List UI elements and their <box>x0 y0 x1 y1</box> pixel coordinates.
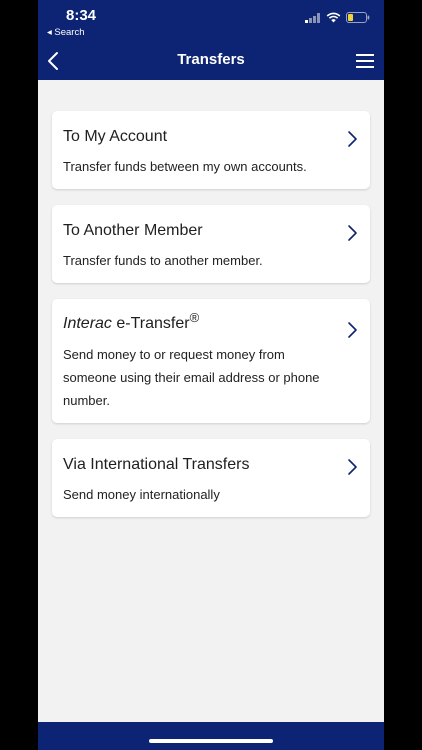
option-title: Interac e-Transfer® <box>63 310 199 333</box>
transfer-option-international[interactable]: Via International Transfers Send money i… <box>52 439 370 517</box>
battery-icon <box>346 12 370 23</box>
back-to-app-link[interactable]: ◂ Search <box>47 27 85 38</box>
bottom-bar <box>38 722 384 750</box>
chevron-right-icon <box>348 225 357 241</box>
option-description: Send money to or request money from some… <box>63 347 320 408</box>
home-indicator[interactable] <box>149 739 273 743</box>
app-screen: 8:34 ◂ Search Transfers To My Account Tr… <box>38 0 384 750</box>
registered-mark: ® <box>189 310 200 325</box>
chevron-right-icon <box>348 131 357 147</box>
option-title: Via International Transfers <box>63 456 250 473</box>
chevron-right-icon <box>348 459 357 475</box>
option-description: Transfer funds to another member. <box>63 253 263 268</box>
status-time: 8:34 <box>66 7 97 24</box>
page-title: Transfers <box>177 51 245 68</box>
status-bar: 8:34 ◂ Search <box>38 0 384 42</box>
option-title-brand: Interac <box>63 315 112 332</box>
transfer-option-another-member[interactable]: To Another Member Transfer funds to anot… <box>52 205 370 283</box>
option-description: Transfer funds between my own accounts. <box>63 159 307 174</box>
wifi-icon <box>326 12 341 23</box>
status-indicators <box>305 12 370 23</box>
navigation-bar: Transfers <box>38 42 384 80</box>
option-title: To Another Member <box>63 222 203 239</box>
option-description: Send money internationally <box>63 487 220 502</box>
option-title-rest: e-Transfer <box>111 315 190 332</box>
transfer-option-my-account[interactable]: To My Account Transfer funds between my … <box>52 111 370 189</box>
signal-icon <box>305 12 320 23</box>
option-title: To My Account <box>63 128 168 145</box>
hamburger-menu-icon[interactable] <box>354 50 376 72</box>
transfer-option-interac-etransfer[interactable]: Interac e-Transfer® Send money to or req… <box>52 299 370 423</box>
chevron-right-icon <box>348 322 357 338</box>
